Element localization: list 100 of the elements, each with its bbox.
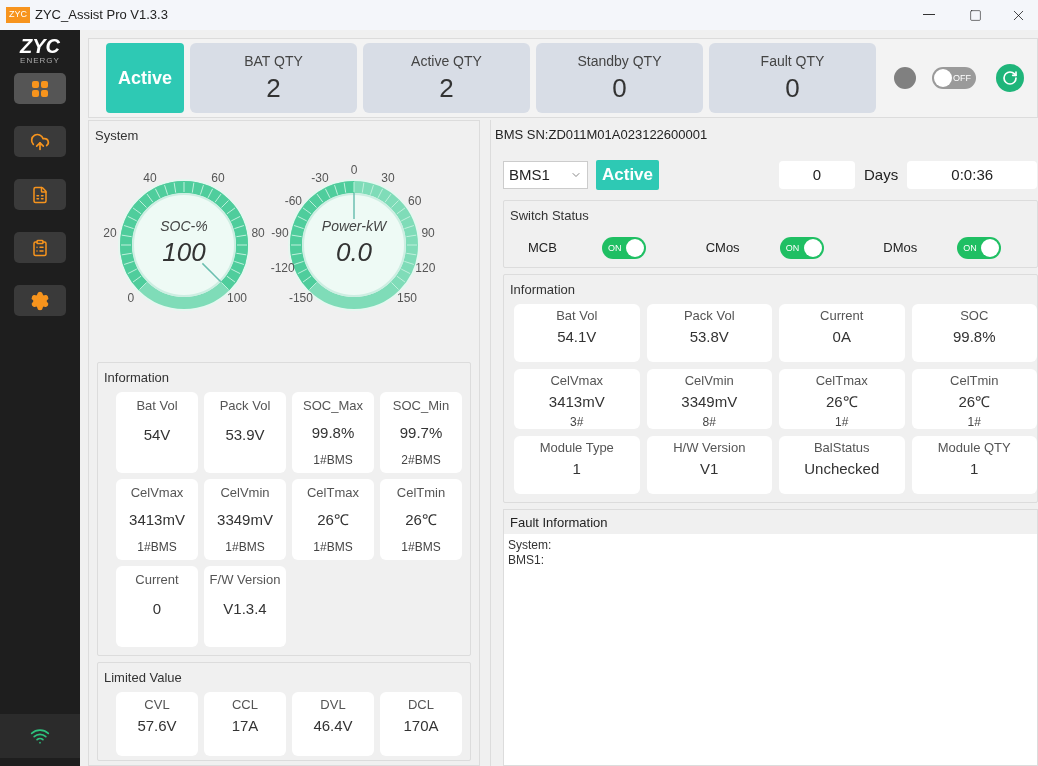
cloud-upload-icon [30, 131, 50, 152]
stat-value: 2 [266, 72, 281, 105]
info-source: 2#BMS [401, 452, 441, 469]
toggle-switch[interactable]: OFF [932, 67, 976, 89]
info-label: CelVmax [550, 372, 604, 390]
info-value: 0 [152, 599, 162, 619]
info-label: CCL [232, 695, 258, 714]
nav-button[interactable] [14, 73, 66, 104]
switch-label: MCB [528, 239, 558, 258]
nav-button[interactable] [14, 232, 66, 263]
info-label: CelTmax [307, 484, 359, 502]
stat-value: 2 [439, 72, 454, 105]
nav-button[interactable] [14, 179, 66, 210]
logo-subtitle: ENERGY [20, 56, 60, 65]
info-label: SOC_Max [303, 397, 363, 415]
toggle-switch[interactable]: ON [779, 237, 824, 259]
info-value: 1 [572, 458, 581, 479]
info-label: H/W Version [673, 439, 746, 457]
bms-status-badge: Active [596, 160, 660, 190]
info-label: DVL [320, 695, 346, 714]
info-label: SOC [960, 307, 989, 325]
info-source: 8# [702, 414, 716, 431]
clipboard-icon [31, 238, 49, 257]
days-label: Days [864, 164, 899, 185]
days-field: 0 [779, 161, 856, 189]
info-value: 53.9V [225, 425, 265, 445]
info-label: BalStatus [813, 439, 870, 457]
nav-button[interactable] [14, 285, 66, 316]
fault-line: BMS1: [508, 553, 545, 568]
info-source: 1#BMS [313, 539, 353, 556]
info-value: 54.1V [557, 326, 597, 347]
group-title: Limited Value [104, 670, 182, 685]
panel-title: System [95, 128, 139, 143]
info-label: Module Type [539, 439, 614, 457]
info-value: 57.6V [137, 716, 177, 737]
info-label: Bat Vol [556, 307, 598, 325]
window-title: ZYC_Assist Pro V1.3.3 [35, 6, 168, 25]
info-label: DCL [408, 695, 434, 714]
info-source: 1#BMS [401, 539, 441, 556]
refresh-button[interactable] [996, 64, 1024, 92]
info-value: 3349mV [681, 391, 738, 412]
info-source: 1# [835, 414, 849, 431]
info-value: 26℃ [405, 510, 437, 530]
stat-label: Standby QTY [577, 52, 662, 72]
info-value: 0A [832, 326, 851, 347]
minimize-icon [923, 14, 935, 16]
info-label: CelTmin [950, 372, 999, 390]
info-value: 3349mV [217, 510, 273, 530]
grid-icon [31, 79, 49, 98]
info-value: 3413mV [129, 510, 185, 530]
panel-title: BMS SN:ZD011M01A023122600001 [495, 127, 708, 142]
info-label: Module QTY [937, 439, 1011, 457]
info-label: Current [135, 571, 179, 589]
info-source: 3# [570, 414, 584, 431]
info-value: Unchecked [804, 458, 880, 479]
toggle-switch[interactable]: ON [602, 237, 646, 259]
info-source: 1# [967, 414, 981, 431]
stat-label: BAT QTY [244, 52, 303, 72]
info-label: CelVmax [130, 484, 184, 502]
info-label: Pack Vol [683, 307, 735, 325]
info-source: 1#BMS [225, 539, 265, 556]
info-value: 46.4V [313, 716, 353, 737]
info-label: F/W Version [209, 571, 281, 589]
info-value: 170A [403, 716, 439, 737]
info-label: CelTmax [815, 372, 868, 390]
info-value: 53.8V [689, 326, 729, 347]
info-value: 26℃ [825, 391, 858, 412]
app-icon: ZYC [6, 7, 30, 23]
info-source: 1#BMS [137, 539, 177, 556]
document-icon [31, 185, 49, 204]
info-value: 3413mV [548, 391, 605, 412]
info-value: 99.8% [311, 423, 355, 443]
group-title: Information [510, 282, 576, 297]
info-value: 99.7% [399, 423, 443, 443]
info-label: Current [820, 307, 864, 325]
info-value: 99.8% [952, 326, 996, 347]
stat-value: 0 [785, 72, 800, 105]
info-label: CVL [144, 695, 170, 714]
info-label: SOC_Min [392, 397, 450, 415]
group-title: Information [104, 370, 170, 385]
status-badge: Active [106, 43, 184, 113]
group-title: Fault Information [510, 515, 608, 530]
stat-value: 0 [612, 72, 627, 105]
stat-label: Active QTY [411, 52, 482, 72]
info-label: Bat Vol [136, 397, 178, 415]
info-value: 26℃ [958, 391, 991, 412]
toggle-switch[interactable]: ON [957, 237, 1002, 259]
info-value: 17A [231, 716, 259, 737]
switch-label: DMos [883, 239, 919, 258]
info-value: V1 [700, 458, 719, 479]
nav-button[interactable] [14, 126, 66, 157]
bms-select[interactable]: BMS1 [503, 161, 588, 189]
info-source: 1#BMS [313, 452, 353, 469]
maximize-icon [968, 8, 982, 22]
info-label: CelVmin [220, 484, 270, 502]
info-value: 26℃ [317, 510, 349, 530]
info-label: Pack Vol [219, 397, 271, 415]
fault-line: System: [508, 538, 553, 553]
runtime-field: 0:0:36 [907, 161, 1038, 189]
logo: ZYC [20, 35, 60, 56]
